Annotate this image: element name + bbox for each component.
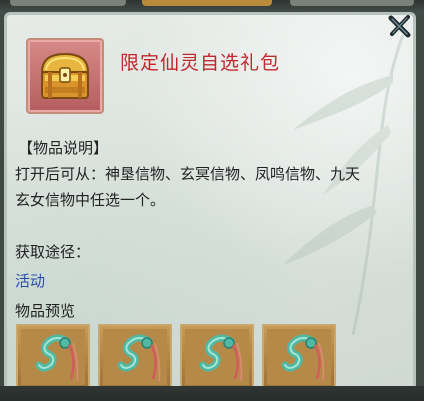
description-line-1: 打开后可从：神垦信物、玄冥信物、凤鸣信物、九天 <box>15 165 361 183</box>
top-tab-center[interactable] <box>142 0 272 6</box>
description-header: 【物品说明】 <box>18 139 109 157</box>
preview-item-slot[interactable] <box>98 324 172 390</box>
bottom-bar <box>0 386 424 401</box>
preview-item-slot[interactable] <box>180 324 254 390</box>
jade-dragon-token-icon <box>185 329 249 385</box>
source-label: 获取途径： <box>15 243 91 261</box>
jade-dragon-token-icon <box>103 329 167 385</box>
top-tab-left[interactable] <box>10 0 126 6</box>
treasure-chest-icon <box>40 52 90 99</box>
jade-dragon-token-icon <box>21 329 85 385</box>
item-icon-frame <box>26 38 104 114</box>
item-title: 限定仙灵自选礼包 <box>120 52 281 74</box>
jade-dragon-token-icon <box>267 329 331 385</box>
close-button[interactable] <box>387 13 413 39</box>
preview-item-slot[interactable] <box>16 324 90 390</box>
description-line-2: 玄女信物中任选一个。 <box>15 191 166 209</box>
preview-label: 物品预览 <box>15 302 76 320</box>
top-tab-right[interactable] <box>290 0 414 6</box>
preview-item-slot[interactable] <box>262 324 336 390</box>
source-link-activity[interactable]: 活动 <box>15 270 45 291</box>
bamboo-decoration <box>283 35 405 335</box>
close-icon <box>388 15 411 38</box>
